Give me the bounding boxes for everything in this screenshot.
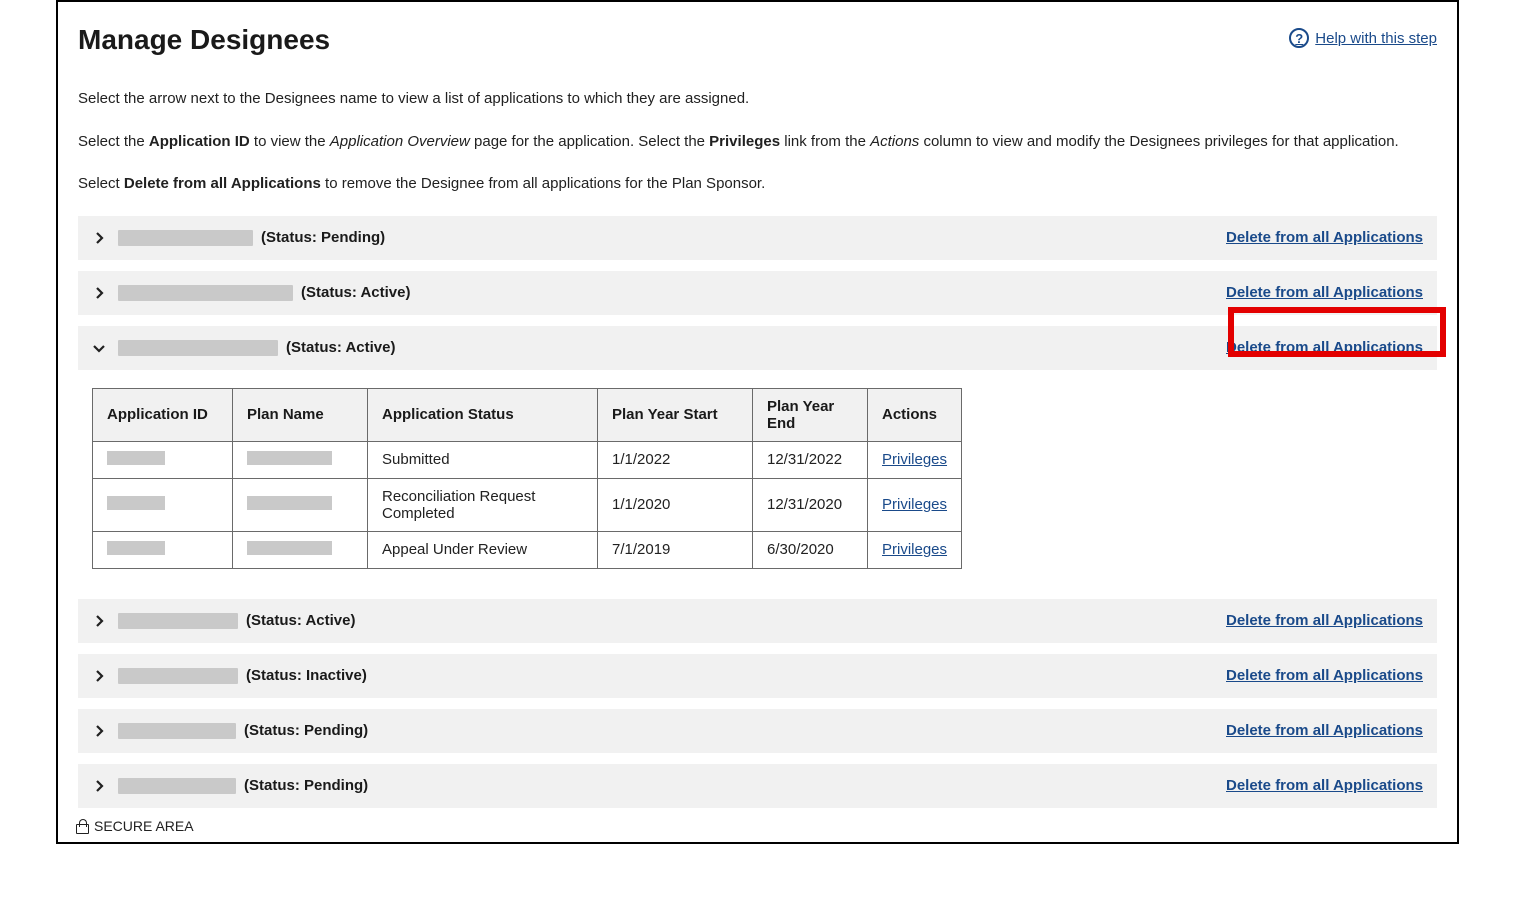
delete-from-all-link[interactable]: Delete from all Applications xyxy=(1226,777,1423,794)
cell-start: 7/1/2019 xyxy=(598,531,753,568)
intro-line-2: Select the Application ID to view the Ap… xyxy=(78,131,1437,154)
designee-status: (Status: Pending) xyxy=(244,722,368,739)
cell-status: Appeal Under Review xyxy=(368,531,598,568)
designee-status: (Status: Inactive) xyxy=(246,667,367,684)
intro-text: Select the arrow next to the Designees n… xyxy=(78,88,1437,196)
th-status: Application Status xyxy=(368,388,598,441)
app-id-redacted xyxy=(107,496,165,510)
th-end: Plan Year End xyxy=(753,388,868,441)
chevron-right-icon[interactable] xyxy=(88,720,110,742)
delete-from-all-link[interactable]: Delete from all Applications xyxy=(1226,229,1423,246)
secure-area: SECURE AREA xyxy=(76,818,194,834)
lock-icon xyxy=(76,819,89,834)
designee-status: (Status: Pending) xyxy=(244,777,368,794)
app-id-redacted xyxy=(107,541,165,555)
designee-name-redacted xyxy=(118,230,253,246)
designee-status: (Status: Pending) xyxy=(261,229,385,246)
th-app-id: Application ID xyxy=(93,388,233,441)
cell-actions: Privileges xyxy=(868,441,962,478)
designee-name-redacted xyxy=(118,778,236,794)
cell-status: Submitted xyxy=(368,441,598,478)
designee-status: (Status: Active) xyxy=(301,284,410,301)
designee-row: (Status: Inactive) Delete from all Applic… xyxy=(78,654,1437,698)
cell-status: Reconciliation Request Completed xyxy=(368,478,598,531)
secure-area-label: SECURE AREA xyxy=(94,818,194,834)
chevron-right-icon[interactable] xyxy=(88,665,110,687)
th-plan: Plan Name xyxy=(233,388,368,441)
cell-end: 12/31/2020 xyxy=(753,478,868,531)
plan-name-redacted xyxy=(247,451,332,465)
delete-from-all-link[interactable]: Delete from all Applications xyxy=(1226,339,1423,356)
designee-name-redacted xyxy=(118,668,238,684)
cell-start: 1/1/2020 xyxy=(598,478,753,531)
th-actions: Actions xyxy=(868,388,962,441)
designee-row: (Status: Pending) Delete from all Applica… xyxy=(78,764,1437,808)
plan-name-redacted xyxy=(247,541,332,555)
help-link-label: Help with this step xyxy=(1315,30,1437,47)
help-link[interactable]: ? Help with this step xyxy=(1289,28,1437,48)
cell-end: 12/31/2022 xyxy=(753,441,868,478)
cell-plan-name xyxy=(233,441,368,478)
designee-status: (Status: Active) xyxy=(286,339,395,356)
designee-row: (Status: Active) Delete from all Applicat… xyxy=(78,599,1437,643)
th-start: Plan Year Start xyxy=(598,388,753,441)
designee-row: (Status: Pending) Delete from all Applica… xyxy=(78,216,1437,260)
cell-actions: Privileges xyxy=(868,478,962,531)
cell-app-id[interactable] xyxy=(93,441,233,478)
chevron-right-icon[interactable] xyxy=(88,775,110,797)
intro-line-1: Select the arrow next to the Designees n… xyxy=(78,88,1437,111)
chevron-right-icon[interactable] xyxy=(88,227,110,249)
cell-end: 6/30/2020 xyxy=(753,531,868,568)
designee-name-redacted xyxy=(118,340,278,356)
delete-from-all-link[interactable]: Delete from all Applications xyxy=(1226,612,1423,629)
chevron-right-icon[interactable] xyxy=(88,282,110,304)
designee-name-redacted xyxy=(118,285,293,301)
privileges-link[interactable]: Privileges xyxy=(882,541,947,558)
privileges-link[interactable]: Privileges xyxy=(882,496,947,513)
cell-app-id[interactable] xyxy=(93,478,233,531)
chevron-down-icon[interactable] xyxy=(88,337,110,359)
cell-plan-name xyxy=(233,531,368,568)
cell-start: 1/1/2022 xyxy=(598,441,753,478)
designee-row: (Status: Active) Delete from all Applicat… xyxy=(78,326,1437,370)
delete-from-all-link[interactable]: Delete from all Applications xyxy=(1226,722,1423,739)
privileges-link[interactable]: Privileges xyxy=(882,451,947,468)
app-id-redacted xyxy=(107,451,165,465)
cell-app-id[interactable] xyxy=(93,531,233,568)
delete-from-all-link[interactable]: Delete from all Applications xyxy=(1226,284,1423,301)
designee-name-redacted xyxy=(118,723,236,739)
chevron-right-icon[interactable] xyxy=(88,610,110,632)
help-icon: ? xyxy=(1289,28,1309,48)
designee-status: (Status: Active) xyxy=(246,612,355,629)
intro-line-3: Select Delete from all Applications to r… xyxy=(78,173,1437,196)
applications-table: Application ID Plan Name Application Sta… xyxy=(92,388,962,569)
designee-name-redacted xyxy=(118,613,238,629)
designee-row: (Status: Pending) Delete from all Applica… xyxy=(78,709,1437,753)
plan-name-redacted xyxy=(247,496,332,510)
cell-actions: Privileges xyxy=(868,531,962,568)
designee-row: (Status: Active) Delete from all Applicat… xyxy=(78,271,1437,315)
table-row: Reconciliation Request Completed1/1/2020… xyxy=(93,478,962,531)
table-row: Submitted1/1/202212/31/2022 Privileges xyxy=(93,441,962,478)
table-row: Appeal Under Review7/1/20196/30/2020 Priv… xyxy=(93,531,962,568)
delete-from-all-link[interactable]: Delete from all Applications xyxy=(1226,667,1423,684)
page-title: Manage Designees xyxy=(78,24,330,56)
cell-plan-name xyxy=(233,478,368,531)
